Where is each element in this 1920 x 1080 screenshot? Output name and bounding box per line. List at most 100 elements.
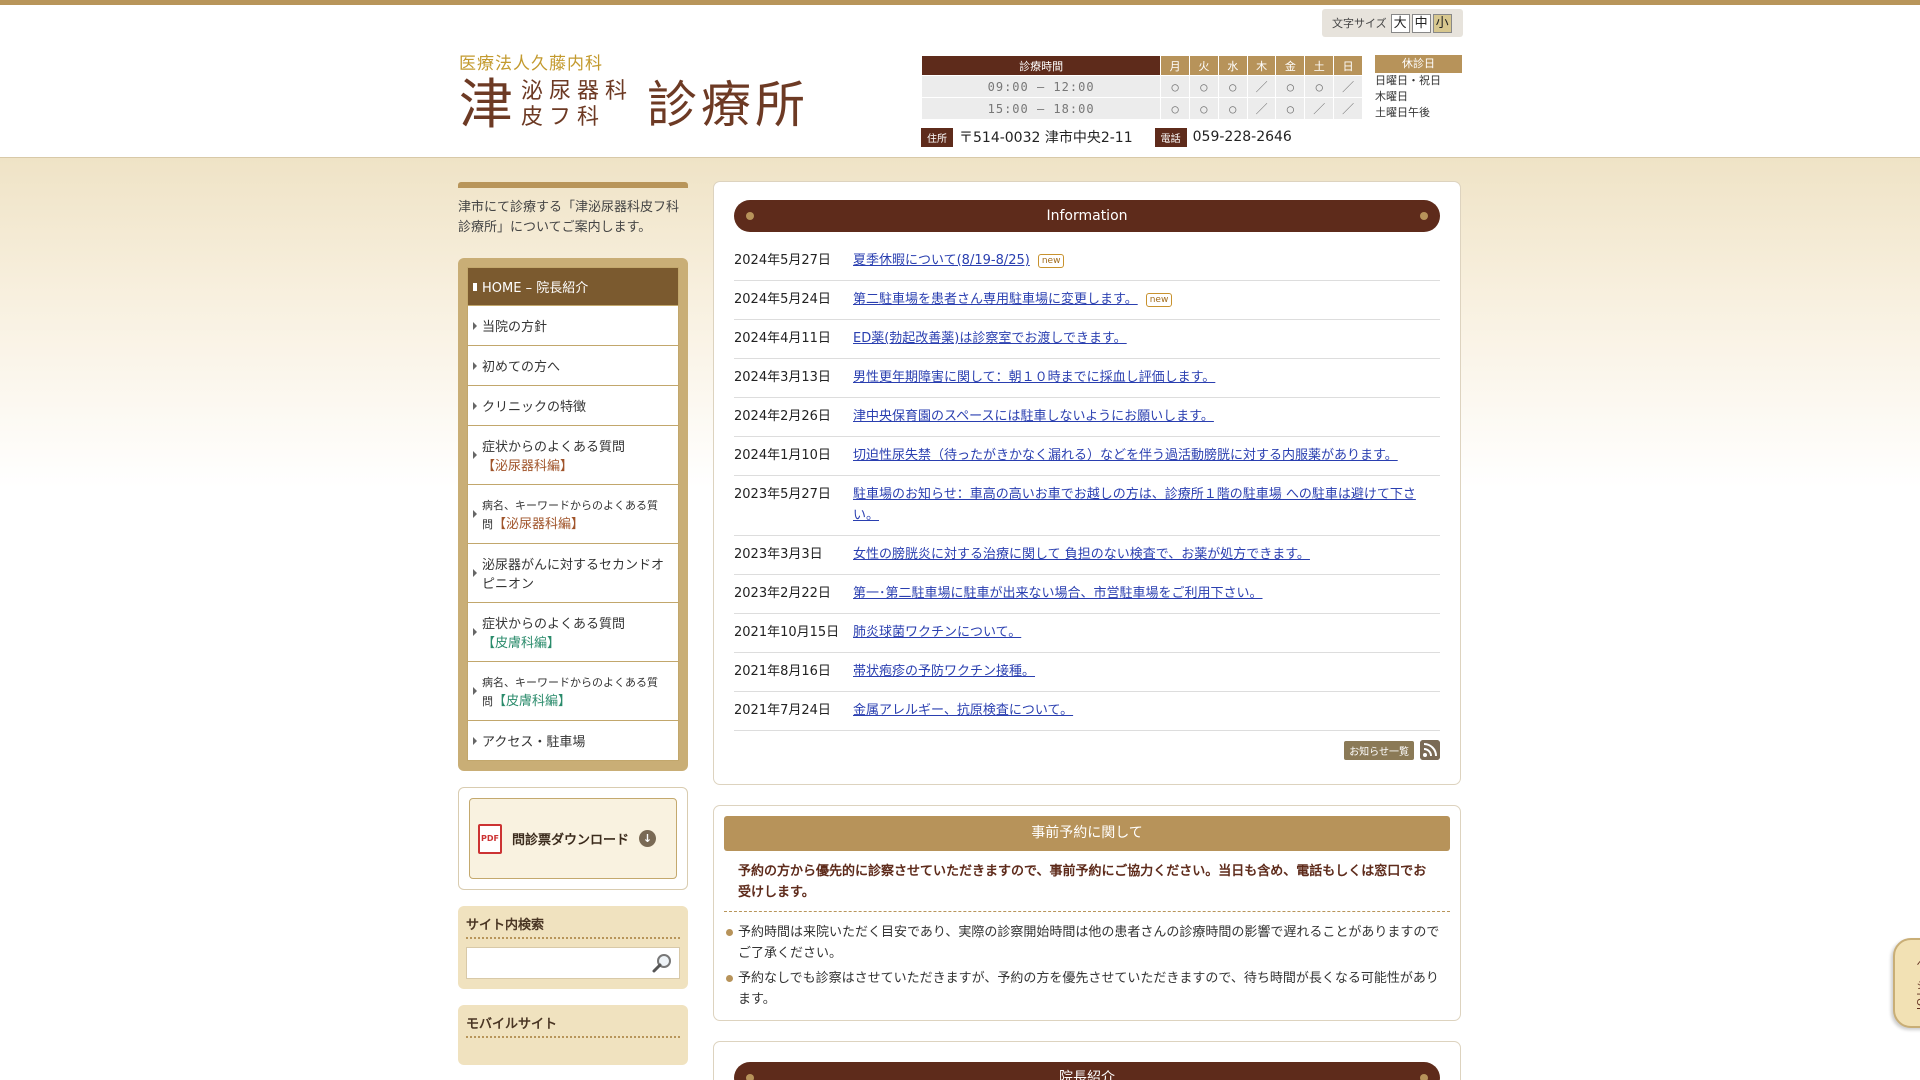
day-mon: 月 (1160, 55, 1190, 76)
news-link[interactable]: 第一･第二駐車場に駐車が出来ない場合、市営駐車場をご利用下さい。 (853, 586, 1263, 601)
nav-item-faq-symptom-derm[interactable]: 症状からのよくある質問 【皮膚科編】 (467, 603, 679, 662)
sidebar-intro: 津市にて診療する「津泌尿器科皮フ科診療所」についてご案内します。 (458, 182, 688, 238)
questionnaire-download-button[interactable]: PDF 問診票ダウンロード ↓ (469, 798, 677, 879)
nav-item-access[interactable]: アクセス・駐車場 (467, 721, 679, 761)
nav-item-faq-keyword-derm[interactable]: 病名、キーワードからのよくある質問【皮膚科編】 (467, 662, 679, 721)
nav-item-label: 泌尿器がんに対するセカンドオピニオン (482, 558, 665, 592)
news-item: 2023年2月22日 第一･第二駐車場に駐車が出来ない場合、市営駐車場をご利用下… (734, 575, 1440, 614)
hours-mark: ○ (1189, 97, 1219, 120)
nav-item-first-visit[interactable]: 初めての方へ (467, 346, 679, 386)
closed-day-item: 木曜日 (1375, 90, 1408, 103)
nav-item-second-opinion[interactable]: 泌尿器がんに対するセカンドオピニオン (467, 544, 679, 603)
font-size-large-button[interactable]: 大 (1390, 13, 1410, 33)
closed-days: 休診日 日曜日・祝日 木曜日 土曜日午後 (1375, 55, 1462, 121)
address-value: 〒514-0032 津市中央2-11 (959, 130, 1133, 146)
news-link[interactable]: 夏季休暇について(8/19-8/25) (853, 253, 1030, 268)
font-size-medium-button[interactable]: 中 (1411, 13, 1431, 33)
new-badge: new (1037, 253, 1065, 268)
consultation-hours-table: 診療時間 月 火 水 木 金 土 日 09:00 – 12:00 ○ ○ ○ ／… (920, 55, 1363, 120)
nav-item-faq-symptom-urology[interactable]: 症状からのよくある質問 【泌尿器科編】 (467, 426, 679, 485)
download-box: PDF 問診票ダウンロード ↓ (458, 787, 688, 890)
logo-departments: 泌尿器科 皮フ科 (521, 79, 633, 131)
phone-number[interactable]: 059-228-2646 (1193, 129, 1292, 145)
nav-item-label: 症状からのよくある質問 【泌尿器科編】 (482, 440, 626, 474)
nav-item-label: 症状からのよくある質問 【皮膚科編】 (482, 617, 626, 651)
news-link[interactable]: ED薬(勃起改善薬)は診察室でお渡しできます。 (853, 331, 1127, 346)
information-panel: Information 2024年5月27日 夏季休暇について(8/19-8/2… (713, 181, 1461, 785)
page-top-button[interactable]: ページTOP (1893, 938, 1920, 1028)
news-link[interactable]: 金属アレルギー、抗原検査について。 (853, 703, 1073, 718)
reservation-title: 事前予約に関して (724, 816, 1450, 851)
news-item: 2024年3月13日 男性更年期障害に関して：朝１０時までに採血し評価します。 (734, 359, 1440, 398)
rss-icon[interactable] (1420, 740, 1440, 760)
hours-mark: ／ (1304, 97, 1335, 120)
site-header: 文字サイズ 大 中 小 医療法人久藤内科 津 泌尿器科 皮フ科 診療所 診療時間… (0, 5, 1920, 158)
reservation-panel: 事前予約に関して 予約の方から優先的に診察させていただきますので、事前予約にご協… (713, 805, 1461, 1021)
hours-mark: ／ (1333, 75, 1363, 98)
news-link[interactable]: 第二駐車場を患者さん専用駐車場に変更します。 (853, 292, 1138, 307)
site-search-box: サイト内検索 (458, 906, 688, 989)
site-search-title: サイト内検索 (466, 914, 680, 939)
font-size-small-button[interactable]: 小 (1432, 13, 1452, 33)
pdf-icon: PDF (478, 823, 502, 854)
news-date: 2023年3月3日 (734, 547, 823, 562)
hours-mark: ／ (1246, 75, 1277, 98)
hours-mark: ○ (1189, 75, 1219, 98)
news-item: 2024年5月27日 夏季休暇について(8/19-8/25) new (734, 242, 1440, 281)
news-list: 2024年5月27日 夏季休暇について(8/19-8/25) new 2024年5… (734, 242, 1440, 731)
main-content: Information 2024年5月27日 夏季休暇について(8/19-8/2… (713, 181, 1461, 1080)
news-date: 2024年2月26日 (734, 409, 831, 424)
news-item: 2024年4月11日 ED薬(勃起改善薬)は診察室でお渡しできます。 (734, 320, 1440, 359)
nav-item-features[interactable]: クリニックの特徴 (467, 386, 679, 426)
download-label: 問診票ダウンロード (512, 833, 630, 848)
hours-row-morning: 09:00 – 12:00 ○ ○ ○ ／ ○ ○ ／ (920, 75, 1363, 98)
news-item: 2024年2月26日 津中央保育園のスペースには駐車しないようにお願いします。 (734, 398, 1440, 437)
nav-item-label: 当院の方針 (482, 320, 548, 335)
news-date: 2024年5月24日 (734, 292, 831, 307)
news-date: 2024年5月27日 (734, 253, 831, 268)
closed-day-item: 日曜日・祝日 (1375, 74, 1441, 87)
hours-mark: ／ (1333, 97, 1363, 120)
site-logo[interactable]: 医療法人久藤内科 津 泌尿器科 皮フ科 診療所 (459, 49, 889, 139)
news-link[interactable]: 駐車場のお知らせ：車高の高いお車でお越しの方は、診療所１階の駐車場 への駐車は避… (853, 487, 1416, 523)
news-item: 2021年8月16日 帯状疱疹の予防ワクチン接種。 (734, 653, 1440, 692)
doctor-intro-title: 院長紹介 (734, 1062, 1440, 1080)
closed-day-item: 土曜日午後 (1375, 106, 1430, 119)
logo-tsu: 津 (459, 73, 513, 136)
news-date: 2024年1月10日 (734, 448, 831, 463)
reservation-note: 予約なしでも診察はさせていただきますが、予約の方を優先させていただきますので、待… (726, 968, 1444, 1010)
news-link[interactable]: 女性の膀胱炎に対する治療に関して 負担のない検査で、お薬が処方できます。 (853, 547, 1310, 562)
address-tag: 住所 (921, 127, 953, 147)
reservation-lead: 予約の方から優先的に診察させていただきますので、事前予約にご協力ください。当日も… (724, 851, 1450, 912)
information-title: Information (734, 200, 1440, 232)
news-list-button[interactable]: お知らせ一覧 (1344, 740, 1414, 760)
news-item: 2021年10月15日 肺炎球菌ワクチンについて。 (734, 614, 1440, 653)
hours-mark: ○ (1217, 75, 1248, 98)
hours-mark: ○ (1304, 75, 1335, 98)
news-item: 2023年5月27日 駐車場のお知らせ：車高の高いお車でお越しの方は、診療所１階… (734, 476, 1440, 536)
nav-item-home[interactable]: HOME – 院長紹介 (467, 267, 679, 306)
nav-item-policy[interactable]: 当院の方針 (467, 306, 679, 346)
news-link[interactable]: 帯状疱疹の予防ワクチン接種。 (853, 664, 1035, 679)
news-date: 2021年10月15日 (734, 625, 840, 640)
news-date: 2021年7月24日 (734, 703, 831, 718)
day-fri: 金 (1275, 55, 1306, 76)
news-link[interactable]: 切迫性尿失禁（待ったがきかなく漏れる）などを伴う過活動膀胱に対する内服薬がありま… (853, 448, 1398, 463)
news-link[interactable]: 肺炎球菌ワクチンについて。 (853, 625, 1021, 640)
arrow-down-icon: ↓ (639, 830, 657, 847)
nav-item-label: HOME – 院長紹介 (482, 281, 589, 296)
logo-main: 津 泌尿器科 皮フ科 診療所 (459, 73, 889, 136)
news-link[interactable]: 男性更年期障害に関して：朝１０時までに採血し評価します。 (853, 370, 1215, 385)
hours-mark: ○ (1275, 75, 1306, 98)
sidebar: 津市にて診療する「津泌尿器科皮フ科診療所」についてご案内します。 HOME – … (458, 182, 688, 1065)
search-input[interactable] (466, 947, 680, 979)
news-link[interactable]: 津中央保育園のスペースには駐車しないようにお願いします。 (853, 409, 1214, 424)
sidebar-nav: HOME – 院長紹介 当院の方針 初めての方へ クリニックの特徴 症状からのよ… (458, 258, 688, 771)
nav-item-faq-keyword-urology[interactable]: 病名、キーワードからのよくある質問【泌尿器科編】 (467, 485, 679, 544)
news-item: 2024年1月10日 切迫性尿失禁（待ったがきかなく漏れる）などを伴う過活動膀胱… (734, 437, 1440, 476)
day-thu: 木 (1246, 55, 1277, 76)
new-badge: new (1145, 292, 1173, 307)
nav-item-label: 初めての方へ (482, 360, 561, 375)
nav-item-label: アクセス・駐車場 (482, 735, 586, 750)
search-icon[interactable] (651, 952, 673, 974)
